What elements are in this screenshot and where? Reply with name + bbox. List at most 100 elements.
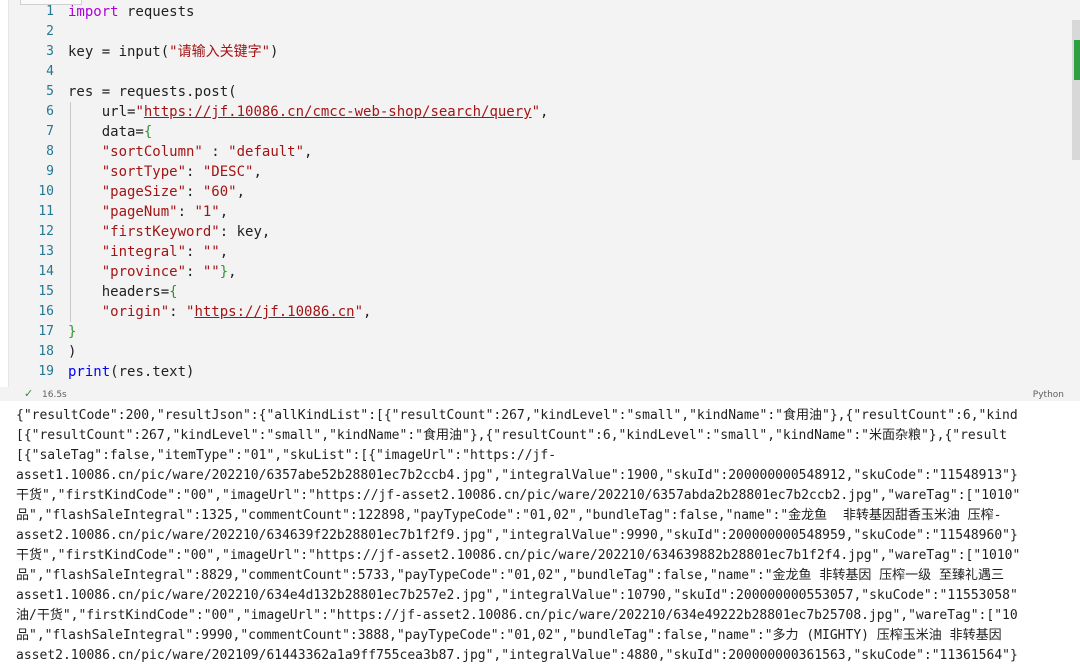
- scrollbar-thumb[interactable]: [1074, 40, 1080, 80]
- line-number: 5: [46, 84, 54, 99]
- line-number: 13: [38, 244, 54, 259]
- code-line[interactable]: 19 print(res.text): [0, 362, 1068, 382]
- code-token: res = requests.post(: [68, 84, 237, 100]
- code-token: ): [68, 344, 77, 360]
- code-text: url="https://jf.10086.cn/cmcc-web-shop/s…: [68, 102, 549, 122]
- cell-output: {"resultCode":200,"resultJson":{"allKind…: [16, 406, 1074, 666]
- code-text: import requests: [68, 2, 194, 22]
- code-token: ,: [304, 144, 313, 160]
- code-line[interactable]: 4: [0, 62, 1068, 82]
- code-token: "1": [194, 204, 220, 220]
- code-token: ": [531, 104, 541, 120]
- code-text: ): [68, 342, 76, 362]
- line-number: 8: [46, 144, 54, 159]
- code-token: "60": [202, 184, 237, 200]
- code-token: headers=: [68, 284, 170, 300]
- code-token: :: [186, 264, 203, 280]
- code-line[interactable]: 16 "origin": "https://jf.10086.cn",: [0, 302, 1068, 322]
- code-token: ,: [219, 204, 229, 220]
- code-token: "pageNum": [101, 204, 178, 220]
- line-number: 14: [38, 264, 54, 279]
- code-token: "DESC": [202, 164, 254, 180]
- code-token: key = input(: [68, 44, 170, 60]
- cell-status-bar: ✓ 16.5s Python: [0, 387, 1080, 401]
- code-cell[interactable]: 1 import requests 2 3 key = input("请输入关键字") 4…: [0, 0, 1080, 387]
- code-line[interactable]: 6 url="https://jf.10086.cn/cmcc-web-shop…: [0, 102, 1068, 122]
- code-token: https://jf.10086.cn: [194, 304, 355, 320]
- output-line: 品","flashSaleIntegral":9990,"commentCoun…: [16, 628, 1002, 643]
- code-line[interactable]: 18): [0, 342, 1068, 362]
- code-line[interactable]: 9 "sortType": "DESC",: [0, 162, 1068, 182]
- output-line: 油/干货","firstKindCode":"00","imageUrl":"h…: [16, 608, 1018, 623]
- code-text: "integral": "",: [68, 242, 228, 262]
- code-text: data={: [68, 122, 153, 142]
- output-line: asset2.10086.cn/pic/ware/202210/634639f2…: [16, 528, 1018, 543]
- code-token: ": [135, 104, 144, 120]
- code-token: "": [202, 264, 220, 280]
- code-line[interactable]: 11 "pageNum": "1",: [0, 202, 1068, 222]
- code-line[interactable]: 7 data={: [0, 122, 1068, 142]
- code-token: :: [169, 304, 187, 320]
- code-line[interactable]: 5 res = requests.post(: [0, 82, 1068, 102]
- code-token: ): [270, 44, 279, 60]
- success-check-icon: ✓: [24, 387, 34, 400]
- execution-time: 16.5s: [42, 390, 67, 400]
- line-number: 2: [46, 24, 54, 39]
- code-line[interactable]: 12 "firstKeyword": key,: [0, 222, 1068, 242]
- code-line[interactable]: 8 "sortColumn" : "default",: [0, 142, 1068, 162]
- code-token: :: [186, 164, 203, 180]
- code-token: (res.text): [110, 364, 195, 380]
- code-text: headers={: [68, 282, 178, 302]
- code-token: ,: [219, 244, 229, 260]
- line-number: 3: [46, 44, 54, 59]
- line-number: 4: [46, 64, 54, 79]
- code-line[interactable]: 2: [0, 22, 1068, 42]
- line-number: 17: [38, 324, 54, 339]
- output-line: 干货","firstKindCode":"00","imageUrl":"htt…: [16, 548, 1021, 563]
- output-line: [{"resultCount":267,"kindLevel":"small",…: [16, 428, 1008, 443]
- code-token: url=: [68, 104, 136, 120]
- indent-guide: [70, 102, 71, 322]
- line-number: 9: [46, 164, 54, 179]
- code-token: }: [68, 324, 77, 340]
- code-text: key = input("请输入关键字"): [68, 42, 278, 62]
- code-line[interactable]: 10 "pageSize": "60",: [0, 182, 1068, 202]
- code-token: "请输入关键字": [169, 44, 271, 60]
- code-token: ": [354, 304, 364, 320]
- output-line: 品","flashSaleIntegral":1325,"commentCoun…: [16, 508, 1002, 523]
- code-token: data=: [68, 124, 144, 140]
- code-token: ,: [363, 304, 372, 320]
- code-text: }: [68, 322, 76, 342]
- code-text: "firstKeyword": key,: [68, 222, 271, 242]
- output-line: asset1.10086.cn/pic/ware/202210/6357abe5…: [16, 468, 1018, 483]
- language-label[interactable]: Python: [1033, 388, 1064, 402]
- code-token: {: [143, 124, 153, 140]
- code-line[interactable]: 15 headers={: [0, 282, 1068, 302]
- line-number: 15: [38, 284, 54, 299]
- line-number: 7: [46, 124, 54, 139]
- code-line[interactable]: 3 key = input("请输入关键字"): [0, 42, 1068, 62]
- code-token: requests: [118, 4, 195, 20]
- code-text: "origin": "https://jf.10086.cn",: [68, 302, 372, 322]
- code-text: "pageSize": "60",: [68, 182, 245, 202]
- code-token: "integral": [101, 244, 187, 260]
- code-token: "sortType": [101, 164, 187, 180]
- code-token: :: [177, 204, 195, 220]
- code-text: "sortType": "DESC",: [68, 162, 262, 182]
- code-token: "pageSize": [101, 184, 187, 200]
- code-line[interactable]: 13 "integral": "",: [0, 242, 1068, 262]
- code-line[interactable]: 14 "province": ""},: [0, 262, 1068, 282]
- code-line[interactable]: 1 import requests: [0, 2, 1068, 22]
- code-token: ,: [253, 164, 262, 180]
- code-token: "origin": [101, 304, 170, 320]
- line-number: 16: [38, 304, 54, 319]
- code-line[interactable]: 17}: [0, 322, 1068, 342]
- code-token: :: [202, 144, 229, 160]
